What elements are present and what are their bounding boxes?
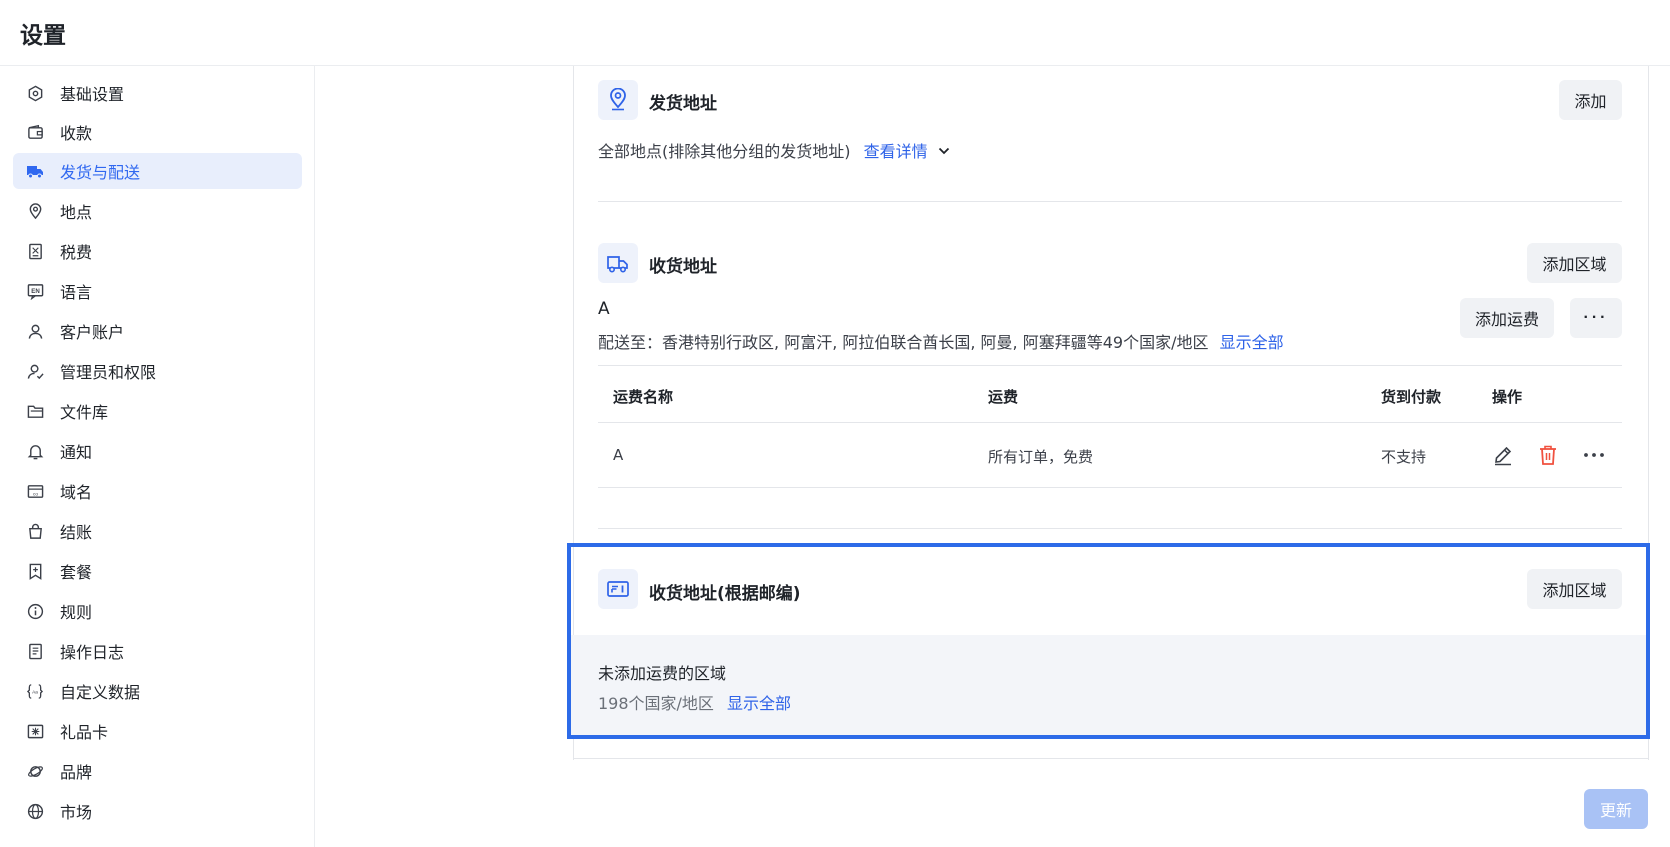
sidebar-item-label: 套餐: [60, 563, 93, 582]
col-header-rate: 运费: [988, 388, 1019, 406]
table-bottom-divider: [598, 487, 1622, 488]
sidebar-item-label: 礼品卡: [60, 723, 109, 742]
zone-ship-to: 配送至：香港特别行政区, 阿富汗, 阿拉伯联合酋长国, 阿曼, 阿塞拜疆等49个…: [598, 329, 1284, 353]
bell-icon: [26, 442, 44, 460]
section-divider: [598, 201, 1622, 202]
globe-icon: [26, 802, 44, 820]
log-document-icon: [26, 642, 44, 660]
user-permission-icon: [26, 362, 44, 380]
ship-to-prefix: 配送至：: [598, 333, 663, 352]
sidebar-item-label: 管理员和权限: [60, 363, 157, 382]
rate-name-cell: A: [613, 446, 624, 464]
sidebar-item-taxes[interactable]: 税费: [13, 233, 302, 269]
table-top-divider: [598, 365, 1622, 366]
sidebar-item-label: 自定义数据: [60, 683, 141, 702]
brand-planet-icon: [26, 762, 44, 780]
sidebar-item-label: 域名: [60, 483, 93, 502]
page-title: 设置: [20, 23, 66, 49]
show-all-countries-link[interactable]: 显示全部: [1220, 333, 1284, 352]
sidebar-item-shipping[interactable]: 发货与配送: [13, 153, 302, 189]
user-icon: [26, 322, 44, 340]
sidebar-item-label: 通知: [60, 443, 93, 462]
sidebar-item-languages[interactable]: EN 语言: [13, 273, 302, 309]
location-pin-icon: [598, 80, 638, 120]
tax-receipt-icon: [26, 242, 44, 260]
sidebar-item-brands[interactable]: 品牌: [13, 753, 302, 789]
shipping-origin-title: 发货地址: [649, 94, 717, 114]
add-rate-button[interactable]: 添加运费: [1460, 298, 1554, 338]
row-more-icon[interactable]: [1582, 444, 1606, 470]
sidebar-item-customer-accounts[interactable]: 客户账户: [13, 313, 302, 349]
sidebar-item-label: 文件库: [60, 403, 109, 422]
sidebar-item-payments[interactable]: 收款: [13, 114, 302, 150]
wallet-icon: [26, 123, 44, 141]
col-header-cod: 货到付款: [1381, 388, 1442, 406]
view-details-link[interactable]: 查看详情: [864, 142, 928, 161]
col-header-rate-name: 运费名称: [613, 388, 674, 406]
sidebar-item-domains[interactable]: co 域名: [13, 473, 302, 509]
chevron-down-icon[interactable]: [937, 143, 951, 162]
sidebar-item-notifications[interactable]: 通知: [13, 433, 302, 469]
sidebar-item-label: 基础设置: [60, 85, 125, 104]
highlight-frame: [567, 543, 1650, 739]
settings-sidebar: 基础设置 收款 发货与配送 地点 税费 EN 语言 客户账户 管理员和权限 文件…: [0, 66, 315, 847]
sidebar-item-label: 结账: [60, 523, 93, 542]
folder-icon: [26, 402, 44, 420]
custom-data-braces-icon: Aa: [26, 682, 44, 700]
col-header-actions: 操作: [1492, 388, 1523, 406]
cod-cell: 不支持: [1381, 448, 1427, 466]
sidebar-item-label: 品牌: [60, 763, 93, 782]
sidebar-item-markets[interactable]: 市场: [13, 793, 302, 829]
sidebar-item-label: 操作日志: [60, 643, 125, 662]
sidebar-item-label: 收款: [60, 124, 93, 143]
page-header: 设置: [0, 0, 1670, 66]
edit-pencil-icon[interactable]: [1492, 444, 1514, 470]
ship-to-countries: 香港特别行政区, 阿富汗, 阿拉伯联合酋长国, 阿曼, 阿塞拜疆等49个国家/地…: [662, 333, 1209, 352]
sidebar-item-label: 客户账户: [60, 323, 125, 342]
sidebar-item-admins[interactable]: 管理员和权限: [13, 353, 302, 389]
sidebar-item-label: 地点: [60, 203, 93, 222]
card-bottom-divider: [573, 758, 1649, 759]
sidebar-item-gift-cards[interactable]: 礼品卡: [13, 713, 302, 749]
zone-name: A: [598, 299, 610, 319]
sidebar-item-policies[interactable]: 规则: [13, 593, 302, 629]
sidebar-item-label: 市场: [60, 803, 93, 822]
rate-cell: 所有订单，免费: [988, 448, 1094, 466]
language-en-icon: EN: [26, 282, 44, 300]
sidebar-item-locations[interactable]: 地点: [13, 193, 302, 229]
delete-trash-icon[interactable]: [1537, 444, 1559, 470]
truck-icon: [598, 243, 638, 283]
sidebar-item-files[interactable]: 文件库: [13, 393, 302, 429]
sidebar-item-custom-data[interactable]: Aa 自定义数据: [13, 673, 302, 709]
table-header-divider: [598, 422, 1622, 423]
add-origin-button[interactable]: 添加: [1559, 80, 1622, 120]
shopping-bag-icon: [26, 522, 44, 540]
shipping-origin-description: 全部地点(排除其他分组的发货地址) 查看详情: [598, 138, 951, 162]
add-zone-button[interactable]: 添加区域: [1527, 243, 1622, 283]
sidebar-item-checkout[interactable]: 结账: [13, 513, 302, 549]
location-pin-icon: [26, 202, 44, 220]
update-button[interactable]: 更新: [1584, 789, 1648, 829]
plan-bookmark-icon: [26, 562, 44, 580]
sidebar-item-label: 语言: [60, 283, 93, 302]
origin-scope-text: 全部地点(排除其他分组的发货地址): [598, 142, 851, 161]
zone-more-button[interactable]: ···: [1570, 298, 1622, 338]
sidebar-item-label: 发货与配送: [60, 163, 141, 182]
hexagon-settings-icon: [26, 84, 44, 102]
svg-text:Aa: Aa: [32, 689, 38, 695]
domain-icon: co: [26, 482, 44, 500]
sidebar-item-basic-settings[interactable]: 基础设置: [13, 75, 302, 111]
info-icon: [26, 602, 44, 620]
sidebar-item-activity-log[interactable]: 操作日志: [13, 633, 302, 669]
sidebar-item-label: 规则: [60, 603, 93, 622]
svg-text:EN: EN: [31, 287, 40, 294]
sidebar-item-plans[interactable]: 套餐: [13, 553, 302, 589]
section-divider: [598, 528, 1622, 529]
sidebar-item-label: 税费: [60, 243, 93, 262]
svg-text:co: co: [33, 492, 38, 497]
delivery-zones-title: 收货地址: [649, 257, 717, 277]
truck-icon: [26, 162, 44, 180]
gift-card-icon: [26, 722, 44, 740]
